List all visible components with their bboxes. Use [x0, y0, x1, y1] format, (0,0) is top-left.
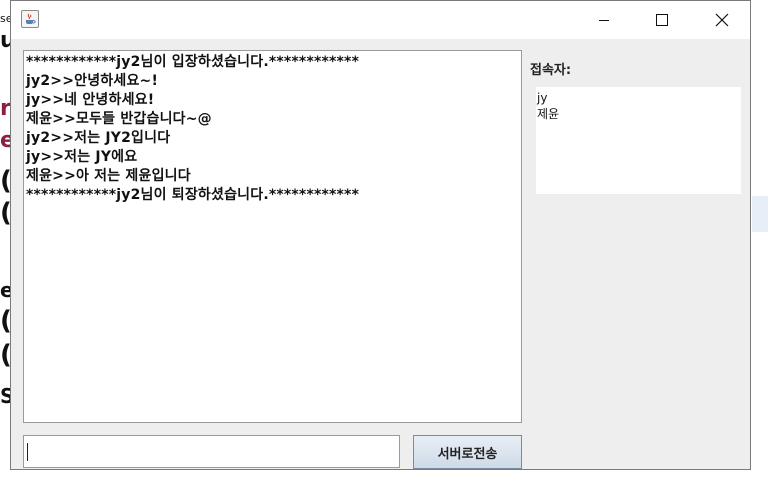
- chat-message: 제윤>>모두들 반갑습니다~@: [26, 111, 212, 127]
- chat-message: jy>>네 안녕하세요!: [26, 92, 155, 108]
- java-cup-icon[interactable]: [21, 10, 39, 28]
- users-label: 접속자:: [530, 63, 572, 78]
- maximize-icon: [656, 14, 668, 26]
- minimize-button[interactable]: [581, 1, 627, 39]
- chat-message: ************jy2님이 입장하셨습니다.************: [26, 54, 360, 70]
- title-bar[interactable]: [11, 1, 750, 39]
- chat-server-window: ************jy2님이 입장하셨습니다.************ j…: [10, 0, 751, 470]
- message-input[interactable]: [23, 435, 400, 468]
- user-list-item[interactable]: jy: [536, 90, 741, 106]
- close-icon: [715, 13, 729, 27]
- background-highlight: [752, 196, 768, 232]
- minimize-icon: [599, 20, 609, 21]
- user-list-item[interactable]: 제윤: [536, 106, 741, 122]
- chat-message: jy2>>저는 JY2입니다: [26, 130, 171, 146]
- chat-log[interactable]: ************jy2님이 입장하셨습니다.************ j…: [23, 50, 522, 423]
- send-to-server-button[interactable]: 서버로전송: [413, 435, 522, 469]
- chat-message: jy2>>안녕하세요~!: [26, 73, 159, 89]
- close-button[interactable]: [699, 1, 745, 39]
- text-caret: [27, 443, 28, 461]
- chat-message: 제윤>>아 저는 제윤입니다: [26, 168, 191, 184]
- users-list[interactable]: jy 제윤: [536, 87, 741, 194]
- chat-message: ************jy2님이 퇴장하셨습니다.************: [26, 187, 360, 203]
- maximize-button[interactable]: [639, 1, 685, 39]
- chat-message: jy>>저는 JY에요: [26, 149, 138, 165]
